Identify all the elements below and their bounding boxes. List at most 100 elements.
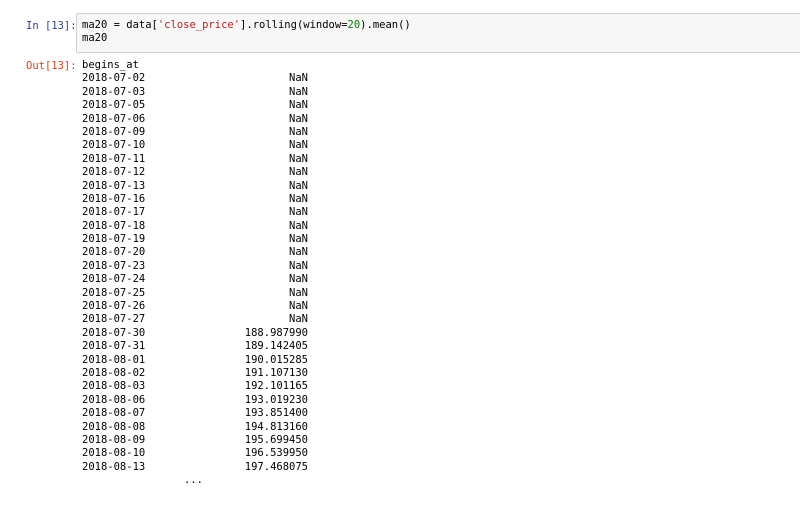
series-row: 2018-07-02 NaN [82,72,382,85]
row-value: NaN [289,166,308,179]
series-row: 2018-07-27 NaN [82,313,382,326]
code-string-token: 'close_price' [157,19,241,31]
ellipsis-text: ... [184,474,203,487]
series-row: 2018-08-03 192.101165 [82,380,382,393]
series-row: 2018-07-25 NaN [82,287,382,300]
code-line-2[interactable]: ma20 [82,32,107,45]
index-name: begins_at [82,59,139,71]
row-date: 2018-07-20 [82,246,146,259]
series-row: 2018-07-11 NaN [82,153,382,166]
series-row: 2018-07-09 NaN [82,126,382,139]
row-value: 190.015285 [244,353,308,366]
row-value: NaN [289,125,308,138]
row-date: 2018-07-24 [82,273,146,286]
series-row: 2018-07-20 NaN [82,246,382,259]
row-value: NaN [289,259,308,272]
series-rows: 2018-07-02 NaN 2018-07-03 NaN 2018-07-05 NaN 2… [82,72,382,474]
series-row: 2018-07-24 NaN [82,273,382,286]
row-date: 2018-07-05 [82,99,146,112]
row-value: NaN [289,192,308,205]
series-row: 2018-07-18 NaN [82,220,382,233]
row-value: NaN [289,112,308,125]
row-date: 2018-07-30 [82,326,146,339]
row-date: 2018-07-09 [82,125,146,138]
row-date: 2018-07-03 [82,85,146,98]
row-value: NaN [289,152,308,165]
row-date: 2018-07-31 [82,340,146,353]
row-date: 2018-07-06 [82,112,146,125]
row-date: 2018-08-06 [82,393,146,406]
row-date: 2018-07-25 [82,286,146,299]
row-value: NaN [289,233,308,246]
row-value: NaN [289,72,308,85]
code-number-token: 20 [347,19,361,31]
row-date: 2018-07-26 [82,300,146,313]
row-value: NaN [289,219,308,232]
row-value: 197.468075 [244,460,308,473]
code-token: ma20 = data[ [82,19,158,31]
row-value: 188.987990 [244,326,308,339]
series-row: 2018-07-26 NaN [82,300,382,313]
code-token: ).mean() [360,19,411,31]
series-row: 2018-08-06 193.019230 [82,394,382,407]
row-value: 191.107130 [244,366,308,379]
series-row: 2018-07-19 NaN [82,233,382,246]
series-row: 2018-07-30 188.987990 [82,327,382,340]
row-date: 2018-07-19 [82,233,146,246]
row-value: 189.142405 [244,340,308,353]
input-prompt: In [13]: [26,20,77,32]
row-value: 195.699450 [244,433,308,446]
row-date: 2018-07-17 [82,206,146,219]
row-date: 2018-07-13 [82,179,146,192]
row-value: NaN [289,273,308,286]
series-row: 2018-07-23 NaN [82,260,382,273]
row-value: NaN [289,286,308,299]
row-date: 2018-08-02 [82,366,146,379]
row-date: 2018-08-10 [82,447,146,460]
code-editor[interactable]: ma20 = data['close_price'].rolling(windo… [76,13,800,53]
row-value: NaN [289,179,308,192]
row-date: 2018-07-11 [82,152,146,165]
row-date: 2018-07-12 [82,166,146,179]
row-value: 196.539950 [244,447,308,460]
row-value: 192.101165 [244,380,308,393]
row-date: 2018-08-07 [82,407,146,420]
series-row: 2018-07-13 NaN [82,180,382,193]
row-date: 2018-08-01 [82,353,146,366]
truncation-ellipsis: ... [82,474,382,487]
row-value: NaN [289,85,308,98]
row-date: 2018-07-16 [82,192,146,205]
row-value: NaN [289,246,308,259]
series-row: 2018-07-17 NaN [82,206,382,219]
series-row: 2018-07-10 NaN [82,139,382,152]
row-date: 2018-07-18 [82,219,146,232]
row-value: NaN [289,139,308,152]
row-value: NaN [289,313,308,326]
output-cell: Out[13]: begins_at 2018-07-02 NaN 2018-07-… [0,56,800,525]
series-row: 2018-08-10 196.539950 [82,447,382,460]
series-row: 2018-08-01 190.015285 [82,354,382,367]
code-token: ].rolling(window= [240,19,348,31]
row-value: NaN [289,99,308,112]
row-date: 2018-08-08 [82,420,146,433]
row-date: 2018-07-10 [82,139,146,152]
row-value: 193.019230 [244,393,308,406]
series-row: 2018-07-03 NaN [82,86,382,99]
series-row: 2018-08-08 194.813160 [82,421,382,434]
row-date: 2018-07-23 [82,259,146,272]
row-date: 2018-07-02 [82,72,146,85]
row-value: 193.851400 [244,407,308,420]
input-cell[interactable]: In [13]: ma20 = data['close_price'].roll… [0,13,800,55]
row-value: NaN [289,300,308,313]
row-date: 2018-08-13 [82,460,146,473]
code-line-1[interactable]: ma20 = data['close_price'].rolling(windo… [82,19,411,32]
output-prompt: Out[13]: [26,60,77,72]
series-row: 2018-08-02 191.107130 [82,367,382,380]
series-row: 2018-07-12 NaN [82,166,382,179]
series-row: 2018-07-31 189.142405 [82,340,382,353]
series-row: 2018-08-13 197.468075 [82,461,382,474]
series-row: 2018-07-06 NaN [82,113,382,126]
row-date: 2018-07-27 [82,313,146,326]
series-row: 2018-08-07 193.851400 [82,407,382,420]
row-date: 2018-08-03 [82,380,146,393]
